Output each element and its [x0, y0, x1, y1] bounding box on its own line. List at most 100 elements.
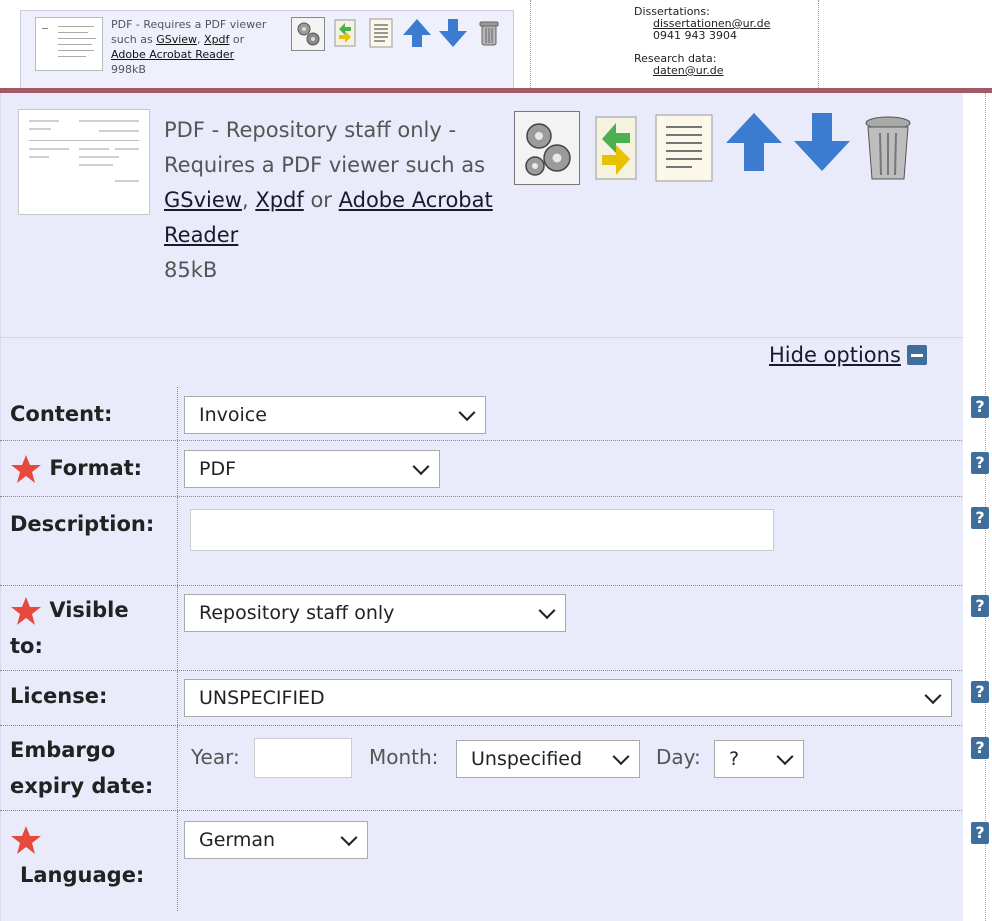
format-select[interactable]: PDF: [184, 450, 440, 488]
separator-text: ,: [241, 188, 256, 212]
description-input[interactable]: [190, 509, 774, 551]
column-divider: [177, 811, 178, 911]
day-select[interactable]: ?: [714, 740, 804, 778]
help-icon[interactable]: ?: [971, 737, 989, 759]
research-data-email-link[interactable]: daten@ur.de: [653, 64, 724, 77]
license-select-value: UNSPECIFIED: [199, 687, 325, 709]
embargo-label-wrap: Embargo expiry date:: [10, 732, 153, 804]
help-icon[interactable]: ?: [971, 396, 989, 418]
required-star-icon: [11, 826, 41, 854]
help-icon[interactable]: ?: [971, 452, 989, 474]
language-label: Language:: [20, 863, 145, 887]
description-row: Description:: [0, 497, 962, 586]
month-select-value: Unspecified: [471, 748, 583, 770]
column-divider: [177, 441, 178, 496]
month-label: Month:: [369, 745, 439, 769]
column-divider: [177, 387, 178, 440]
visible-to-label-line2: to:: [10, 634, 43, 658]
text-list-icon[interactable]: [365, 17, 397, 49]
visible-to-select[interactable]: Repository staff only: [184, 594, 566, 632]
visible-to-label-line1: Visible: [49, 598, 129, 622]
gsview-link[interactable]: GSview: [164, 188, 242, 212]
collapse-icon: [906, 345, 927, 365]
visible-to-row: Visible to: Repository staff only: [0, 586, 962, 671]
language-select-value: German: [199, 829, 276, 851]
previous-document-description: PDF - Requires a PDF viewer such as GSvi…: [111, 17, 291, 77]
separator-text: or: [229, 33, 245, 46]
language-row: Language: German: [0, 811, 962, 921]
column-divider: [177, 497, 178, 585]
arrow-down-icon[interactable]: [792, 111, 852, 173]
arrow-up-icon[interactable]: [401, 17, 433, 49]
help-icon[interactable]: ?: [971, 595, 989, 617]
content-select-value: Invoice: [199, 404, 267, 426]
xpdf-link[interactable]: Xpdf: [255, 188, 303, 212]
arrow-down-icon[interactable]: [437, 17, 469, 49]
chevron-down-icon: [924, 687, 942, 705]
help-icon[interactable]: ?: [971, 681, 989, 703]
help-icon[interactable]: ?: [971, 822, 989, 844]
text-list-icon[interactable]: [652, 111, 716, 185]
visible-to-select-value: Repository staff only: [199, 602, 395, 624]
acrobat-link[interactable]: Adobe Acrobat Reader: [111, 48, 234, 61]
embargo-row: Embargo expiry date: Year: Month: Unspec…: [0, 726, 962, 811]
previous-document-strip: PDF - Requires a PDF viewer such as GSvi…: [0, 0, 992, 90]
help-icon[interactable]: ?: [971, 507, 989, 529]
gears-icon[interactable]: [514, 111, 580, 185]
description-label: Description:: [10, 512, 155, 536]
content-select[interactable]: Invoice: [184, 396, 486, 434]
embargo-label-line2: expiry date:: [10, 774, 154, 798]
required-star-icon: [11, 597, 41, 625]
content-label: Content:: [10, 402, 113, 426]
chevron-down-icon: [612, 748, 630, 766]
license-row: License: UNSPECIFIED: [0, 671, 962, 726]
trash-can-icon[interactable]: [473, 17, 505, 49]
format-text: PDF: [164, 118, 205, 142]
gears-icon[interactable]: [291, 17, 325, 51]
column-divider: [818, 0, 819, 90]
format-select-value: PDF: [199, 458, 237, 480]
previous-document-actions: [291, 17, 505, 53]
format-label-wrap: Format:: [10, 451, 142, 485]
column-divider: [530, 0, 531, 90]
separator-text: or: [303, 188, 339, 212]
format-row: Format: PDF: [0, 441, 962, 497]
gsview-link[interactable]: GSview: [156, 33, 197, 46]
column-divider: [177, 586, 178, 670]
format-label: Format:: [49, 456, 143, 480]
language-label-wrap: Language:: [10, 821, 144, 893]
previous-document-thumbnail[interactable]: [35, 17, 103, 71]
year-input[interactable]: [254, 738, 352, 778]
contact-info: Dissertations: dissertationen@ur.de 0941…: [634, 6, 770, 77]
license-label: License:: [10, 684, 108, 708]
visible-to-label-wrap: Visible to:: [10, 592, 129, 664]
chevron-down-icon: [412, 458, 430, 476]
arrow-up-icon[interactable]: [724, 111, 784, 173]
hide-options-label: Hide options: [769, 343, 901, 367]
chevron-down-icon: [458, 404, 476, 422]
trash-can-icon[interactable]: [860, 111, 916, 185]
day-label: Day:: [656, 745, 701, 769]
month-select[interactable]: Unspecified: [456, 740, 640, 778]
file-size: 85kB: [164, 258, 218, 282]
dissertations-phone: 0941 943 3904: [653, 29, 737, 42]
hide-options-button[interactable]: Hide options: [769, 343, 927, 367]
replace-file-icon[interactable]: [329, 17, 361, 49]
xpdf-link[interactable]: Xpdf: [204, 33, 229, 46]
panel-separator: [1, 337, 963, 338]
required-star-icon: [11, 455, 41, 483]
document-thumbnail[interactable]: [18, 109, 150, 215]
separator-text: ,: [197, 33, 205, 46]
chevron-down-icon: [340, 829, 358, 847]
year-label: Year:: [191, 745, 240, 769]
visibility-text: - Repository staff only - Requires a PDF…: [164, 118, 486, 177]
content-row: Content: Invoice: [0, 387, 962, 441]
document-actions: [514, 111, 916, 185]
chevron-down-icon: [538, 602, 556, 620]
license-select[interactable]: UNSPECIFIED: [184, 679, 952, 717]
previous-document-row: PDF - Requires a PDF viewer such as GSvi…: [20, 10, 514, 90]
embargo-label-line1: Embargo: [10, 738, 116, 762]
replace-file-icon[interactable]: [588, 111, 644, 185]
language-select[interactable]: German: [184, 821, 368, 859]
day-select-value: ?: [729, 748, 740, 770]
